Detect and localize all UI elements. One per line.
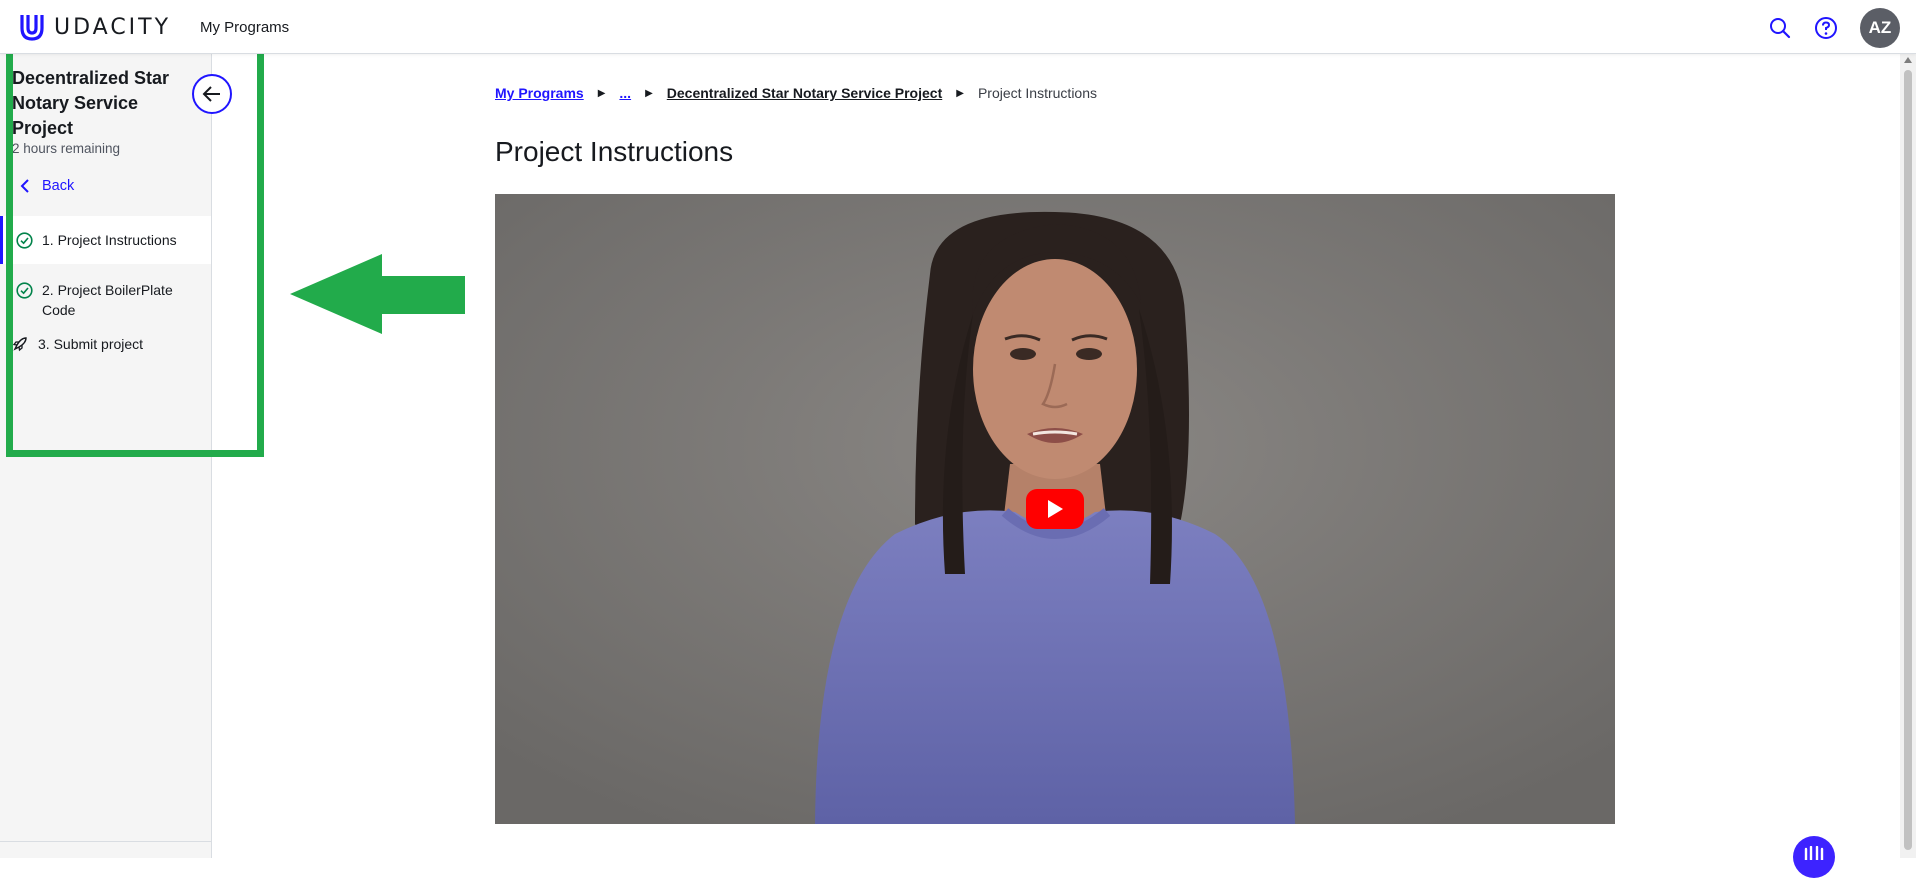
scroll-up-icon[interactable] xyxy=(1904,57,1912,63)
youtube-play-icon[interactable] xyxy=(1026,489,1084,529)
back-label: Back xyxy=(42,178,75,194)
nav-my-programs[interactable]: My Programs xyxy=(200,19,289,36)
collapse-sidebar-button[interactable] xyxy=(192,74,232,114)
sidebar-item-label: 3. Submit project xyxy=(38,336,144,352)
sidebar-item-submit-project[interactable]: 3. Submit project xyxy=(0,334,211,364)
breadcrumb-ellipsis[interactable]: ... xyxy=(619,85,631,101)
breadcrumb-my-programs[interactable]: My Programs xyxy=(495,85,584,101)
udacity-logo[interactable]: UDACITY xyxy=(18,12,171,42)
page-title: Project Instructions xyxy=(495,136,734,167)
breadcrumb-separator-icon: ▶ xyxy=(956,87,964,99)
scrollbar-thumb[interactable] xyxy=(1904,70,1912,850)
sidebar-item-project-instructions[interactable]: 1. Project Instructions xyxy=(0,216,211,264)
sidebar-item-boilerplate-code[interactable]: 2. Project BoilerPlate Code xyxy=(0,280,211,324)
help-icon[interactable] xyxy=(1814,16,1838,40)
logo-text: UDACITY xyxy=(54,14,172,40)
breadcrumb-project[interactable]: Decentralized Star Notary Service Projec… xyxy=(667,85,942,101)
left-arrow-icon xyxy=(290,254,465,334)
avatar[interactable]: AZ xyxy=(1860,8,1900,48)
sidebar-lesson-list: 1. Project Instructions 2. Project Boile… xyxy=(0,216,211,364)
top-header: UDACITY My Programs AZ xyxy=(0,0,1916,54)
check-circle-icon xyxy=(16,280,34,300)
rocket-icon xyxy=(12,334,30,354)
time-remaining: 2 hours remaining xyxy=(12,141,121,156)
breadcrumb-separator-icon: ▶ xyxy=(645,87,653,99)
page-scrollbar[interactable] xyxy=(1900,54,1916,858)
chevron-left-icon xyxy=(20,179,29,193)
search-icon[interactable] xyxy=(1768,16,1792,40)
breadcrumb-current: Project Instructions xyxy=(977,85,1098,101)
sidebar-item-label: 2. Project BoilerPlate Code xyxy=(42,282,173,318)
video-player[interactable] xyxy=(495,194,1615,824)
udacity-logo-icon xyxy=(20,15,44,41)
check-circle-icon xyxy=(16,230,34,250)
sidebar-divider xyxy=(0,841,211,842)
arrow-left-icon xyxy=(202,86,220,102)
sidebar: Decentralized Star Notary Service Projec… xyxy=(0,54,212,858)
back-link[interactable]: Back xyxy=(20,178,74,194)
breadcrumb-separator-icon: ▶ xyxy=(597,87,606,99)
chat-assistant-button[interactable] xyxy=(1793,836,1835,878)
breadcrumb: My Programs ▶ ... ▶ Decentralized Star N… xyxy=(495,85,1097,101)
sidebar-project-title: Decentralized Star Notary Service Projec… xyxy=(12,68,170,138)
sidebar-item-label: 1. Project Instructions xyxy=(42,232,177,248)
